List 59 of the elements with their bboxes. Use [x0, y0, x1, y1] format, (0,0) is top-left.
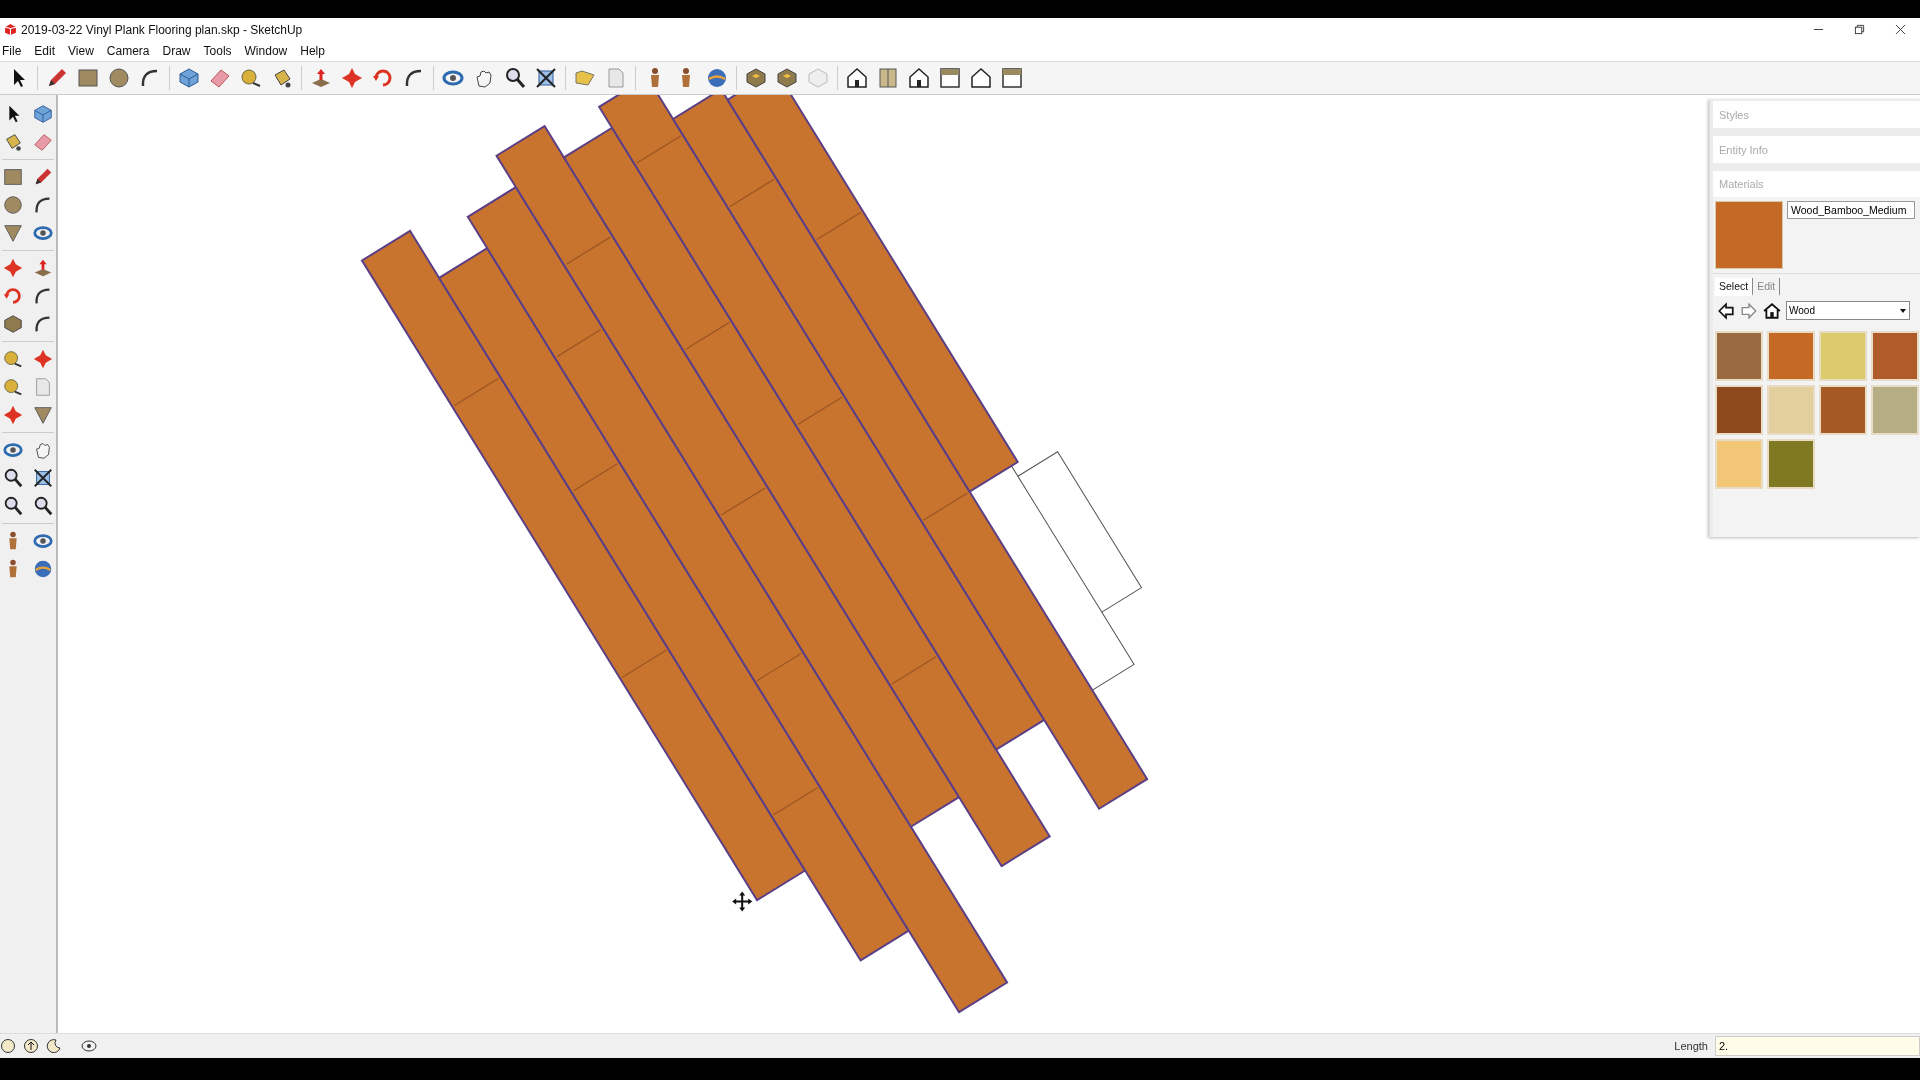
material-name-field[interactable]: Wood_Bamboo_Medium	[1787, 201, 1915, 219]
material-preview	[1715, 201, 1783, 269]
measurement-field[interactable]: 2.	[1715, 1036, 1920, 1056]
box-icon[interactable]	[744, 66, 768, 90]
menu-item[interactable]: Window	[244, 44, 288, 58]
zoom-icon[interactable]	[2, 467, 24, 489]
material-swatch[interactable]	[1767, 439, 1815, 489]
menu-item[interactable]: File	[2, 44, 22, 58]
material-swatch[interactable]	[1819, 385, 1867, 435]
zoom-extents-icon[interactable]	[32, 467, 54, 489]
move-arrows-icon[interactable]	[2, 257, 24, 279]
menu-item[interactable]: Help	[300, 44, 325, 58]
info-circle-icon[interactable]	[0, 1038, 16, 1054]
zoom-extents-icon[interactable]	[534, 66, 558, 90]
material-swatch[interactable]	[1871, 331, 1919, 381]
window-icon[interactable]	[938, 66, 962, 90]
material-swatch[interactable]	[1715, 331, 1763, 381]
material-swatch[interactable]	[1715, 439, 1763, 489]
material-swatch[interactable]	[1767, 331, 1815, 381]
forward-arrow-icon[interactable]	[1740, 301, 1758, 320]
measurement-label: Length	[1674, 1040, 1708, 1052]
menu-item[interactable]: Edit	[34, 44, 56, 58]
rotate-icon[interactable]	[2, 285, 24, 307]
material-swatch[interactable]	[1715, 385, 1763, 435]
menu-item[interactable]: Camera	[106, 44, 150, 58]
cube-icon[interactable]	[177, 66, 201, 90]
close-icon[interactable]	[1895, 24, 1906, 35]
cube-icon[interactable]	[32, 103, 54, 125]
menu-item[interactable]: Draw	[162, 44, 191, 58]
house-outline-icon[interactable]	[969, 66, 993, 90]
window-title: 2019-03-22 Vinyl Plank Flooring plan.skp - SketchUp	[21, 22, 303, 37]
library-dropdown[interactable]: Wood	[1786, 301, 1910, 320]
restore-icon[interactable]	[1854, 24, 1865, 35]
circle-icon[interactable]	[2, 194, 24, 216]
moon-icon[interactable]	[46, 1038, 62, 1054]
circle-icon[interactable]	[107, 66, 131, 90]
box-icon[interactable]	[775, 66, 799, 90]
material-swatch[interactable]	[1767, 385, 1815, 435]
house-icon[interactable]	[907, 66, 931, 90]
home-icon[interactable]	[1763, 301, 1781, 320]
app-logo-icon	[4, 23, 17, 36]
person-circle-icon[interactable]	[23, 1038, 39, 1054]
back-arrow-icon[interactable]	[1717, 301, 1735, 320]
move-arrows-icon[interactable]	[340, 66, 364, 90]
window-icon[interactable]	[1000, 66, 1024, 90]
menu-item[interactable]: View	[68, 44, 94, 58]
tab[interactable]: Select	[1715, 278, 1754, 296]
push-pull-icon[interactable]	[32, 257, 54, 279]
material-swatch[interactable]	[1871, 385, 1919, 435]
caret-icon	[1899, 306, 1907, 315]
zoom-icon[interactable]	[503, 66, 527, 90]
eraser-icon[interactable]	[32, 131, 54, 153]
material-swatch[interactable]	[1819, 331, 1867, 381]
triangle-icon[interactable]	[2, 222, 24, 244]
rectangle-icon[interactable]	[2, 166, 24, 188]
door-icon[interactable]	[876, 66, 900, 90]
rectangle-icon[interactable]	[76, 66, 100, 90]
menu-item[interactable]: Tools	[203, 44, 232, 58]
move-cursor-icon	[732, 891, 753, 912]
